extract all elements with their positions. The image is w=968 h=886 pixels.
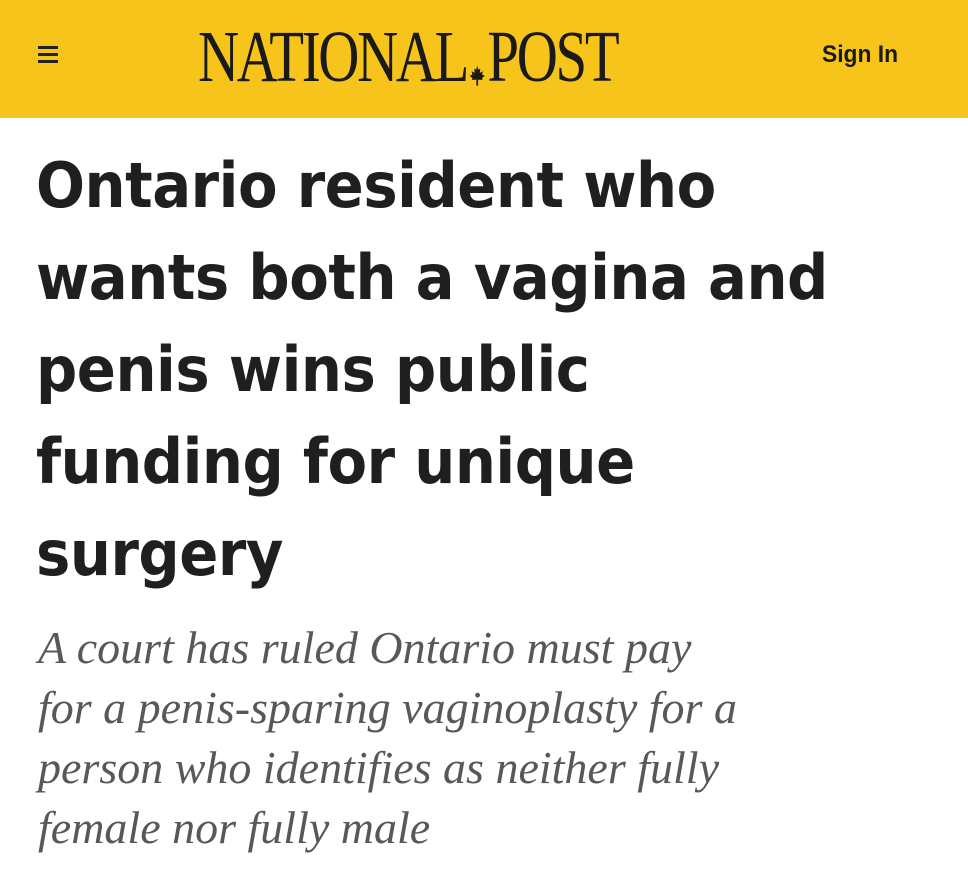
logo-brand-right: POST [487,15,619,97]
headline-line: penis wins public [36,333,590,406]
hamburger-menu-icon[interactable] [34,40,62,70]
subheadline-line: A court has ruled Ontario must pay [38,622,692,673]
logo-brand-left: NATIONAL [198,15,469,97]
headline-line: wants both a vagina and [36,241,828,314]
headline-line: funding for unique [36,425,635,498]
subheadline-line: for a penis-sparing vaginoplasty for a [38,682,737,733]
article-headline: Ontario resident who wants both a vagina… [36,140,936,600]
headline-line: surgery [36,517,283,590]
site-header: NATIONAL POST Sign In [0,0,968,118]
article-subheadline: A court has ruled Ontario must pay for a… [38,618,938,858]
site-logo[interactable]: NATIONAL POST [198,8,758,104]
subheadline-line: person who identifies as neither fully [38,742,719,793]
headline-line: Ontario resident who [36,149,716,222]
sign-in-button[interactable]: Sign In [822,38,898,72]
subheadline-line: female nor fully male [38,802,431,853]
maple-leaf-icon [469,26,486,86]
